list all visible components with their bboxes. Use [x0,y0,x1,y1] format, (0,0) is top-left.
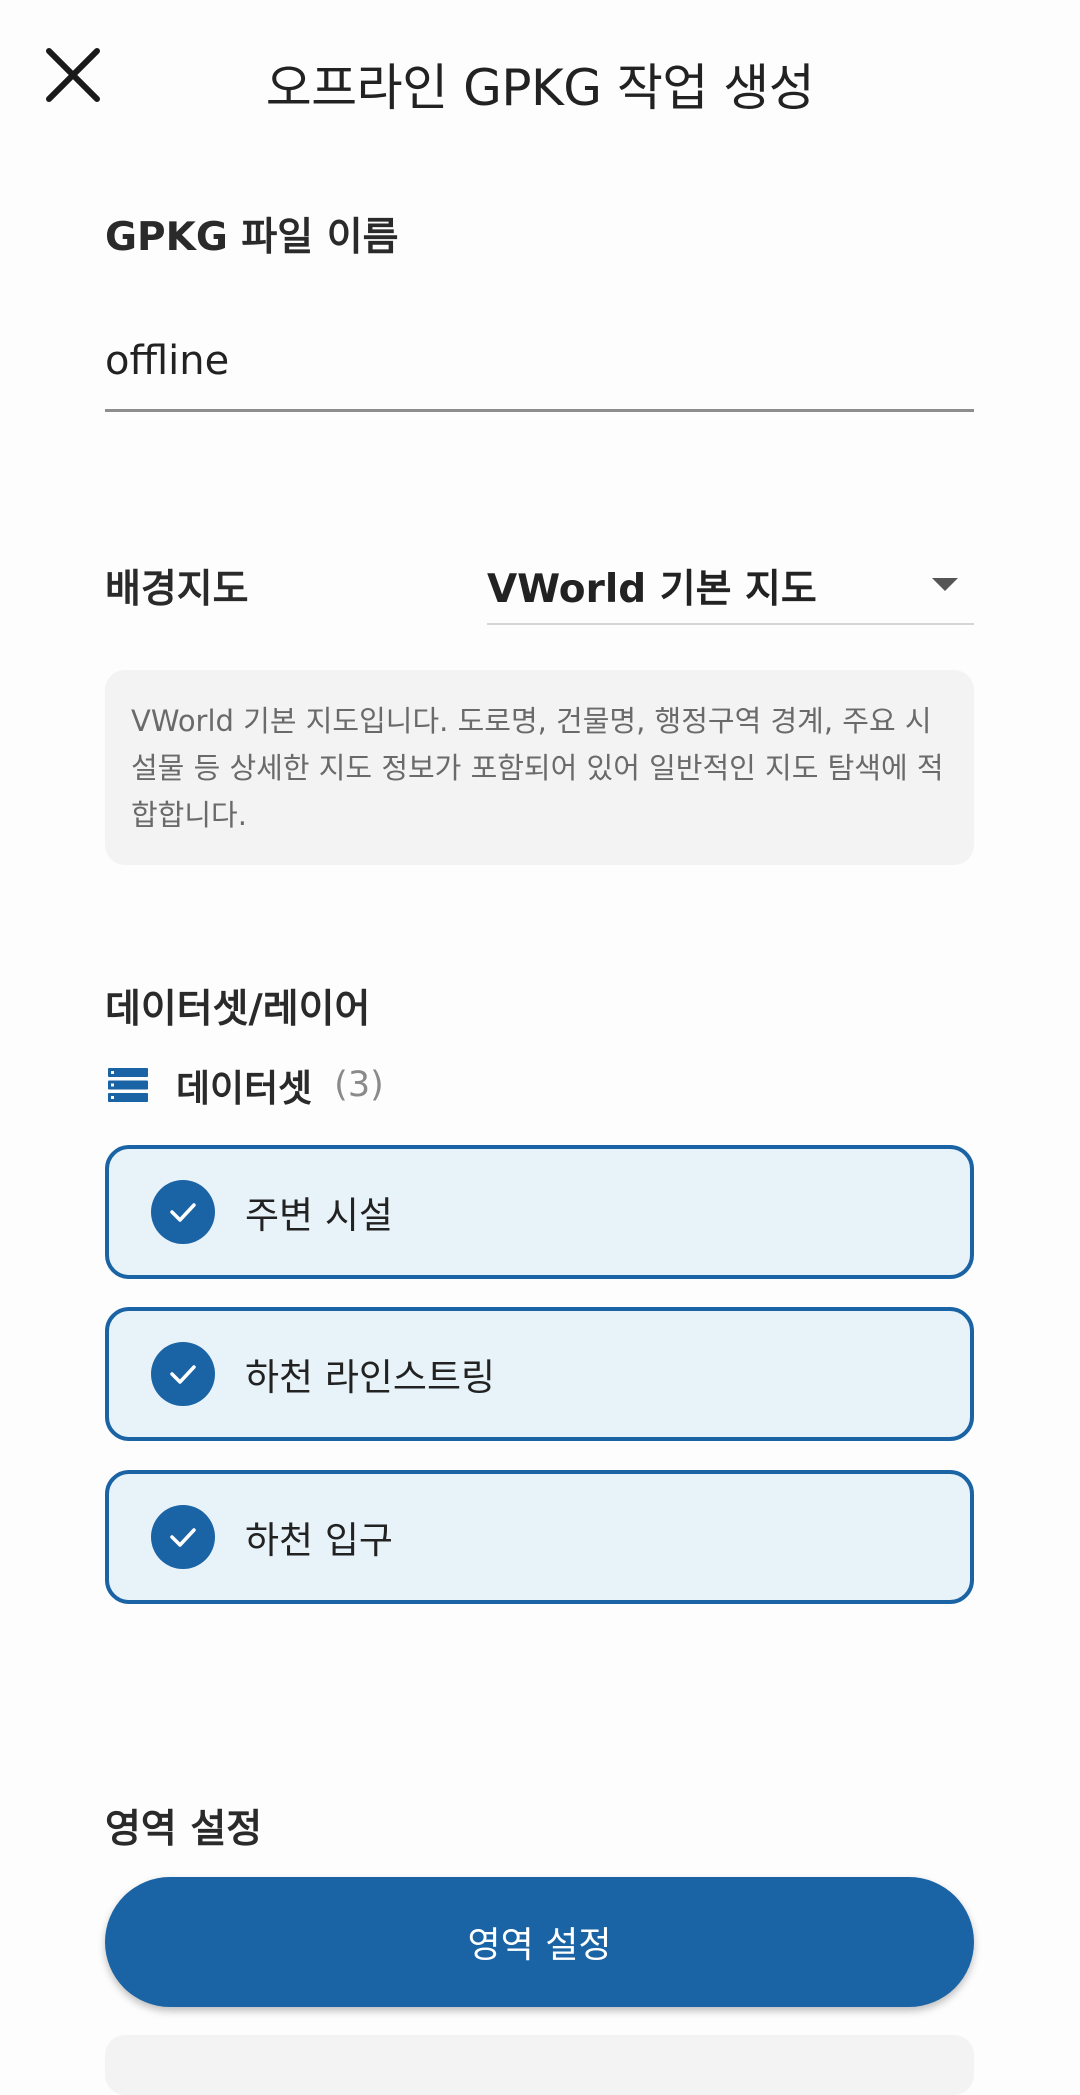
gpkg-name-input[interactable] [105,315,974,412]
check-icon [151,1342,215,1406]
dataset-item[interactable]: 주변 시설 [105,1145,974,1279]
dataset-item-label: 하천 입구 [245,1519,393,1562]
check-icon [151,1180,215,1244]
list-icon [108,1068,148,1102]
basemap-description-text: VWorld 기본 지도입니다. 도로명, 건물명, 행정구역 경계, 주요 시… [131,704,944,832]
top-app-bar: 오프라인 GPKG 작업 생성 [0,0,1080,165]
page-title: 오프라인 GPKG 작업 생성 [265,59,815,117]
area-info-panel [105,2035,974,2095]
dataset-count: (3) [334,1065,384,1105]
gpkg-name-label: GPKG 파일 이름 [105,215,399,260]
dataset-item-label: 하천 라인스트링 [245,1356,496,1399]
area-settings-button-label: 영역 설정 [467,1925,612,1966]
basemap-description: VWorld 기본 지도입니다. 도로명, 건물명, 행정구역 경계, 주요 시… [105,670,974,865]
basemap-label: 배경지도 [105,567,249,612]
datasets-section-label: 데이터셋/레이어 [105,987,371,1032]
dataset-item[interactable]: 하천 입구 [105,1470,974,1604]
basemap-selected-value: VWorld 기본 지도 [487,567,817,612]
area-settings-button[interactable]: 영역 설정 [105,1877,974,2007]
area-section-label: 영역 설정 [105,1807,263,1852]
basemap-dropdown[interactable]: VWorld 기본 지도 [487,545,974,625]
dataset-group-header[interactable]: 데이터셋 (3) [108,1060,384,1110]
dataset-item-label: 주변 시설 [245,1194,393,1237]
dropdown-arrow-icon [932,577,958,591]
dataset-item[interactable]: 하천 라인스트링 [105,1307,974,1441]
check-icon [151,1505,215,1569]
dataset-header-label: 데이터셋 [176,1067,313,1110]
